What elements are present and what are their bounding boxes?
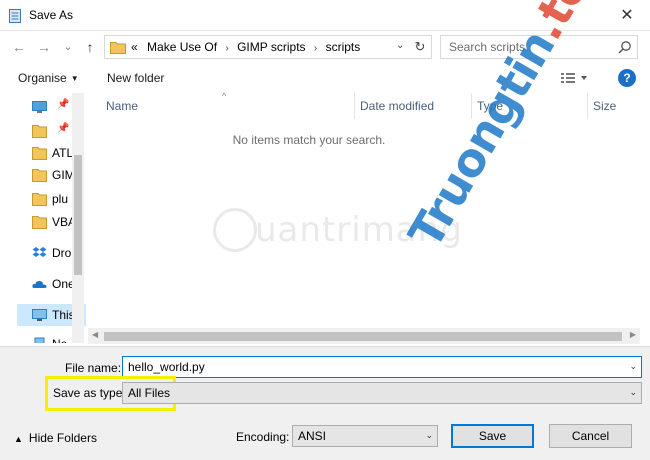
onedrive-icon <box>32 280 47 288</box>
breadcrumb-make-use-of[interactable]: Make Use Of <box>147 40 217 54</box>
organise-button[interactable]: Organise ▼ <box>18 71 79 85</box>
column-header-size[interactable]: Size <box>587 93 640 119</box>
organise-label: Organise <box>18 71 67 85</box>
new-folder-button[interactable]: New folder <box>107 71 164 85</box>
scroll-left-icon[interactable]: ◀ <box>92 330 98 339</box>
save-as-type-label: Save as type: <box>53 386 126 400</box>
pin-icon: 📌 <box>57 99 70 110</box>
save-as-type-value: All Files <box>128 386 171 400</box>
chevron-up-icon: ▲ <box>14 434 23 444</box>
breadcrumb-overflow[interactable]: « <box>131 40 138 54</box>
notepad-icon <box>9 9 21 23</box>
close-icon[interactable]: ✕ <box>604 0 650 31</box>
change-view-icon[interactable] <box>560 69 590 87</box>
window-title: Save As <box>29 8 74 22</box>
folder-icon <box>32 147 47 160</box>
save-as-type-select[interactable]: All Files ⌄ <box>122 382 642 404</box>
horizontal-scrollbar[interactable]: ◀ ▶ <box>88 328 640 344</box>
nav-item-label: ATL <box>52 146 74 160</box>
scroll-right-icon[interactable]: ▶ <box>630 330 636 339</box>
dropbox-icon <box>32 247 47 257</box>
nav-item-label: plu <box>52 192 69 206</box>
breadcrumb-separator[interactable]: › <box>314 43 317 54</box>
folder-icon <box>32 169 47 182</box>
file-name-field[interactable]: hello_world.py ⌄ <box>122 356 642 378</box>
help-icon[interactable]: ? <box>618 69 636 87</box>
this-pc-icon <box>32 309 47 321</box>
navigation-scrollbar[interactable] <box>72 93 84 343</box>
file-name-label: File name: <box>65 361 122 375</box>
hide-folders-button[interactable]: ▲ Hide Folders <box>14 431 97 445</box>
breadcrumb-scripts[interactable]: scripts <box>326 40 361 54</box>
watermark-logo-icon <box>213 208 257 252</box>
column-header-date-modified[interactable]: Date modified <box>354 93 471 119</box>
breadcrumb-separator[interactable]: › <box>225 43 228 54</box>
up-arrow-icon[interactable]: ↑ <box>80 37 100 57</box>
encoding-select[interactable]: ANSI ⌄ <box>292 425 438 447</box>
encoding-label: Encoding: <box>236 430 290 444</box>
recent-locations-icon[interactable]: ⌄ <box>58 37 78 57</box>
chevron-down-icon[interactable]: ⌄ <box>425 430 433 441</box>
encoding-value: ANSI <box>298 429 327 443</box>
network-icon <box>34 337 45 343</box>
breadcrumb-gimp-scripts[interactable]: GIMP scripts <box>237 40 305 54</box>
file-name-value: hello_world.py <box>128 360 205 374</box>
pin-icon: 📌 <box>57 123 70 134</box>
back-arrow-icon[interactable]: ← <box>9 37 29 57</box>
breadcrumb: « Make Use Of › GIMP scripts › scripts <box>131 40 360 54</box>
hide-folders-label: Hide Folders <box>28 431 97 445</box>
chevron-down-icon: ▼ <box>70 74 79 83</box>
folder-icon <box>110 42 126 54</box>
chevron-down-icon[interactable]: ⌄ <box>629 361 637 372</box>
refresh-icon[interactable]: ↻ <box>412 39 428 55</box>
forward-arrow-icon[interactable]: → <box>34 37 54 57</box>
folder-icon <box>32 193 47 206</box>
save-form: File name: hello_world.py ⌄ Save as type… <box>0 346 650 460</box>
scrollbar-thumb[interactable] <box>104 332 622 341</box>
address-dropdown-icon[interactable]: ⌄ <box>396 40 408 51</box>
folder-icon <box>32 216 47 229</box>
folder-icon <box>32 125 47 138</box>
chevron-down-icon[interactable]: ⌄ <box>629 387 637 398</box>
search-icon[interactable] <box>618 40 632 54</box>
desktop-icon <box>32 101 47 113</box>
cancel-button[interactable]: Cancel <box>549 424 632 448</box>
column-header-name[interactable]: Name <box>106 93 352 119</box>
save-button[interactable]: Save <box>451 424 534 448</box>
nav-item-label: Ne <box>52 337 67 343</box>
address-bar[interactable]: « Make Use Of › GIMP scripts › scripts ⌄… <box>104 35 432 59</box>
scrollbar-thumb[interactable] <box>74 155 82 275</box>
